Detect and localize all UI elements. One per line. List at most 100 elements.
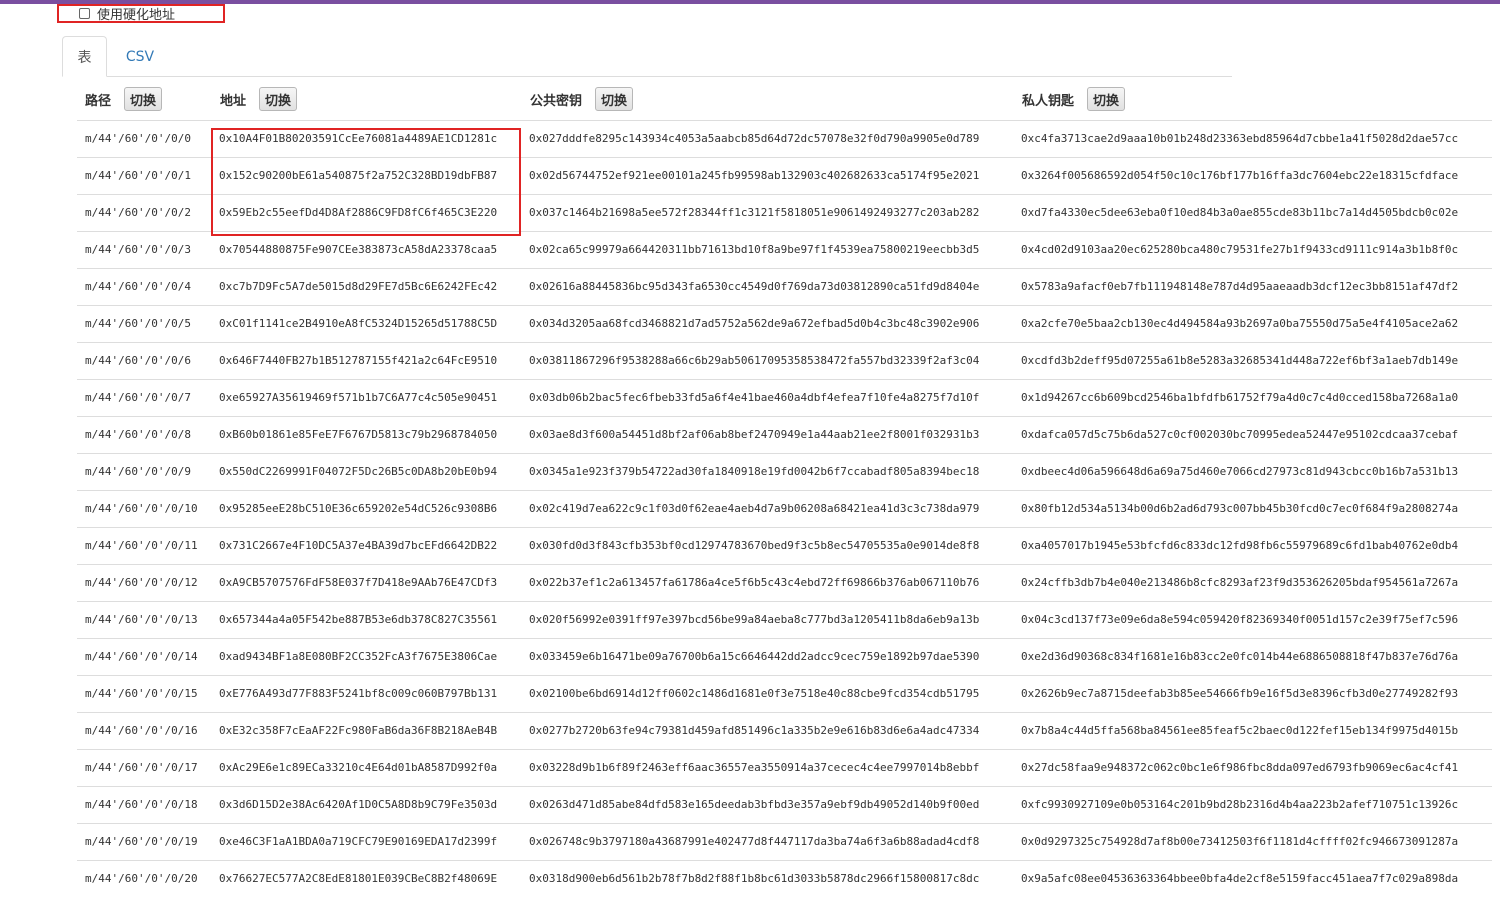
- row-path: m/44'/60'/0'/0/19: [85, 835, 198, 848]
- header-path-label: 路径: [85, 93, 112, 109]
- header-private-key-label: 私人钥匙: [1022, 93, 1075, 109]
- row-private-key: 0xa2cfe70e5baa2cb130ec4d494584a93b2697a0…: [1021, 317, 1459, 330]
- row-private-key: 0x0d9297325c754928d7af8b00e73412503f6f11…: [1021, 835, 1459, 848]
- tab-table[interactable]: 表: [62, 36, 107, 77]
- row-public-key: 0x02100be6bd6914d12ff0602c1486d1681e0f3e…: [529, 687, 980, 700]
- row-path: m/44'/60'/0'/0/17: [85, 761, 198, 774]
- row-path: m/44'/60'/0'/0/3: [85, 243, 191, 256]
- row-address: 0xC01f1141ce2B4910eA8fC5324D15265d51788C…: [219, 317, 498, 330]
- header-address: 地址 切换: [220, 80, 298, 118]
- header-public-key: 公共密钥 切换: [530, 80, 634, 118]
- row-private-key: 0xdbeec4d06a596648d6a69a75d460e7066cd279…: [1021, 465, 1459, 478]
- table-row: m/44'/60'/0'/0/12 0xA9CB5707576FdF58E037f…: [77, 564, 1492, 601]
- row-private-key: 0x04c3cd137f73e09e6da8e594c059420f823693…: [1021, 613, 1459, 626]
- row-private-key: 0xd7fa4330ec5dee63eba0f10ed84b3a0ae855cd…: [1021, 206, 1459, 219]
- row-public-key: 0x0318d900eb6d561b2b78f7b8d2f88f1b8bc61d…: [529, 872, 980, 885]
- table-row: m/44'/60'/0'/0/14 0xad9434BF1a8E080BF2CC3…: [77, 638, 1492, 675]
- row-public-key: 0x03ae8d3f600a54451d8bf2af06ab8bef247094…: [529, 428, 980, 441]
- row-private-key: 0xc4fa3713cae2d9aaa10b01b248d23363ebd859…: [1021, 132, 1459, 145]
- table-row: m/44'/60'/0'/0/15 0xE776A493d77F883F5241b…: [77, 675, 1492, 712]
- row-private-key: 0x5783a9afacf0eb7fb111948148e787d4d95aae…: [1021, 280, 1459, 293]
- row-path: m/44'/60'/0'/0/10: [85, 502, 198, 515]
- row-path: m/44'/60'/0'/0/14: [85, 650, 198, 663]
- row-path: m/44'/60'/0'/0/20: [85, 872, 198, 885]
- derived-addresses-table: m/44'/60'/0'/0/0 0x10A4F01B80203591CcEe76…: [77, 120, 1492, 897]
- row-path: m/44'/60'/0'/0/15: [85, 687, 198, 700]
- row-public-key: 0x033459e6b16471be09a76700b6a15c6646442d…: [529, 650, 980, 663]
- row-address: 0x76627EC577A2C8EdE81801E039CBeC8B2f4806…: [219, 872, 498, 885]
- toggle-private-key-button[interactable]: 切换: [1087, 87, 1126, 111]
- row-public-key: 0x02d56744752ef921ee00101a245fb99598ab13…: [529, 169, 980, 182]
- row-public-key: 0x030fd0d3f843cfb353bf0cd12974783670bed9…: [529, 539, 980, 552]
- row-public-key: 0x02c419d7ea622c9c1f03d0f62eae4aeb4d7a9b…: [529, 502, 980, 515]
- row-address: 0x646F7440FB27b1B512787155f421a2c64FcE95…: [219, 354, 498, 367]
- tab-csv[interactable]: CSV: [111, 36, 169, 77]
- row-path: m/44'/60'/0'/0/13: [85, 613, 198, 626]
- toggle-address-button[interactable]: 切换: [259, 87, 298, 111]
- row-private-key: 0x1d94267cc6b609bcd2546ba1bfdfb61752f79a…: [1021, 391, 1459, 404]
- hardened-label: 使用硬化地址: [97, 8, 176, 23]
- row-public-key: 0x0345a1e923f379b54722ad30fa1840918e19fd…: [529, 465, 980, 478]
- row-public-key: 0x037c1464b21698a5ee572f28344ff1c3121f58…: [529, 206, 980, 219]
- row-private-key: 0x3264f005686592d054f50c10c176bf177b16ff…: [1021, 169, 1459, 182]
- row-path: m/44'/60'/0'/0/11: [85, 539, 198, 552]
- table-row: m/44'/60'/0'/0/7 0xe65927A35619469f571b1b…: [77, 379, 1492, 416]
- table-row: m/44'/60'/0'/0/6 0x646F7440FB27b1B5127871…: [77, 342, 1492, 379]
- table-row: m/44'/60'/0'/0/0 0x10A4F01B80203591CcEe76…: [77, 120, 1492, 157]
- row-private-key: 0x2626b9ec7a8715deefab3b85ee54666fb9e16f…: [1021, 687, 1459, 700]
- row-address: 0xB60b01861e85FeE7F6767D5813c79b29687840…: [219, 428, 498, 441]
- row-public-key: 0x02ca65c99979a664420311bb71613bd10f8a9b…: [529, 243, 980, 256]
- table-row: m/44'/60'/0'/0/5 0xC01f1141ce2B4910eA8fC5…: [77, 305, 1492, 342]
- row-public-key: 0x027dddfe8295c143934c4053a5aabcb85d64d7…: [529, 132, 980, 145]
- row-public-key: 0x034d3205aa68fcd3468821d7ad5752a562de9a…: [529, 317, 980, 330]
- row-private-key: 0x7b8a4c44d5ffa568ba84561ee85feaf5c2baec…: [1021, 724, 1459, 737]
- row-public-key: 0x03811867296f9538288a66c6b29ab506170953…: [529, 354, 980, 367]
- row-public-key: 0x03db06b2bac5fec6fbeb33fd5a6f4e41bae460…: [529, 391, 980, 404]
- row-address: 0xe46C3F1aA1BDA0a719CFC79E90169EDA17d239…: [219, 835, 498, 848]
- table-row: m/44'/60'/0'/0/8 0xB60b01861e85FeE7F6767D…: [77, 416, 1492, 453]
- row-address: 0x95285eeE28bC510E36c659202e54dC526c9308…: [219, 502, 498, 515]
- row-address: 0x59Eb2c55eefDd4D8Af2886C9FD8fC6f465C3E2…: [219, 206, 498, 219]
- table-header: 路径 切换 地址 切换 公共密钥 切换 私人钥匙 切换: [77, 80, 1492, 118]
- top-accent-bar: [0, 0, 1500, 4]
- row-path: m/44'/60'/0'/0/16: [85, 724, 198, 737]
- table-row: m/44'/60'/0'/0/18 0x3d6D15D2e38Ac6420Af1D…: [77, 786, 1492, 823]
- row-address: 0x3d6D15D2e38Ac6420Af1D0C5A8D8b9C79Fe350…: [219, 798, 498, 811]
- row-public-key: 0x0277b2720b63fe94c79381d459afd851496c1a…: [529, 724, 980, 737]
- row-private-key: 0xcdfd3b2deff95d07255a61b8e5283a32685341…: [1021, 354, 1459, 367]
- table-row: m/44'/60'/0'/0/9 0x550dC2269991F04072F5Dc…: [77, 453, 1492, 490]
- toggle-public-key-button[interactable]: 切换: [595, 87, 634, 111]
- row-address: 0xA9CB5707576FdF58E037f7D418e9AAb76E47CD…: [219, 576, 498, 589]
- row-private-key: 0xfc9930927109e0b053164c201b9bd28b2316d4…: [1021, 798, 1459, 811]
- row-private-key: 0xa4057017b1945e53bfcfd6c833dc12fd98fb6c…: [1021, 539, 1459, 552]
- row-path: m/44'/60'/0'/0/0: [85, 132, 191, 145]
- row-public-key: 0x022b37ef1c2a613457fa61786a4ce5f6b5c43c…: [529, 576, 980, 589]
- table-row: m/44'/60'/0'/0/11 0x731C2667e4F10DC5A37e4…: [77, 527, 1492, 564]
- toggle-path-button[interactable]: 切换: [124, 87, 163, 111]
- table-row: m/44'/60'/0'/0/4 0xc7b7D9Fc5A7de5015d8d29…: [77, 268, 1492, 305]
- table-row: m/44'/60'/0'/0/19 0xe46C3F1aA1BDA0a719CFC…: [77, 823, 1492, 860]
- row-private-key: 0xdafca057d5c75b6da527c0cf002030bc70995e…: [1021, 428, 1459, 441]
- table-row: m/44'/60'/0'/0/17 0xAc29E6e1c89ECa33210c4…: [77, 749, 1492, 786]
- row-private-key: 0x27dc58faa9e948372c062c0bc1e6f986fbc8dd…: [1021, 761, 1459, 774]
- table-row: m/44'/60'/0'/0/10 0x95285eeE28bC510E36c65…: [77, 490, 1492, 527]
- use-hardened-option[interactable]: 使用硬化地址: [57, 4, 225, 23]
- row-path: m/44'/60'/0'/0/12: [85, 576, 198, 589]
- table-row: m/44'/60'/0'/0/1 0x152c90200bE61a540875f2…: [77, 157, 1492, 194]
- table-row: m/44'/60'/0'/0/20 0x76627EC577A2C8EdE8180…: [77, 860, 1492, 897]
- row-address: 0xE32c358F7cEaAF22Fc980FaB6da36F8B218AeB…: [219, 724, 498, 737]
- row-path: m/44'/60'/0'/0/6: [85, 354, 191, 367]
- row-address: 0x731C2667e4F10DC5A37e4BA39d7bcEFd6642DB…: [219, 539, 498, 552]
- row-path: m/44'/60'/0'/0/1: [85, 169, 191, 182]
- hardened-checkbox[interactable]: [79, 8, 90, 19]
- row-path: m/44'/60'/0'/0/9: [85, 465, 191, 478]
- row-address: 0x550dC2269991F04072F5Dc26B5c0DA8b20bE0b…: [219, 465, 498, 478]
- row-public-key: 0x020f56992e0391ff97e397bcd56be99a84aeba…: [529, 613, 980, 626]
- row-private-key: 0x80fb12d534a5134b00d6b2ad6d793c007bb45b…: [1021, 502, 1459, 515]
- row-path: m/44'/60'/0'/0/18: [85, 798, 198, 811]
- row-address: 0xad9434BF1a8E080BF2CC352FcA3f7675E3806C…: [219, 650, 498, 663]
- row-public-key: 0x0263d471d85abe84dfd583e165deedab3bfbd3…: [529, 798, 980, 811]
- header-private-key: 私人钥匙 切换: [1022, 80, 1126, 118]
- row-address: 0xc7b7D9Fc5A7de5015d8d29FE7d5Bc6E6242FEc…: [219, 280, 498, 293]
- row-private-key: 0x4cd02d9103aa20ec625280bca480c79531fe27…: [1021, 243, 1459, 256]
